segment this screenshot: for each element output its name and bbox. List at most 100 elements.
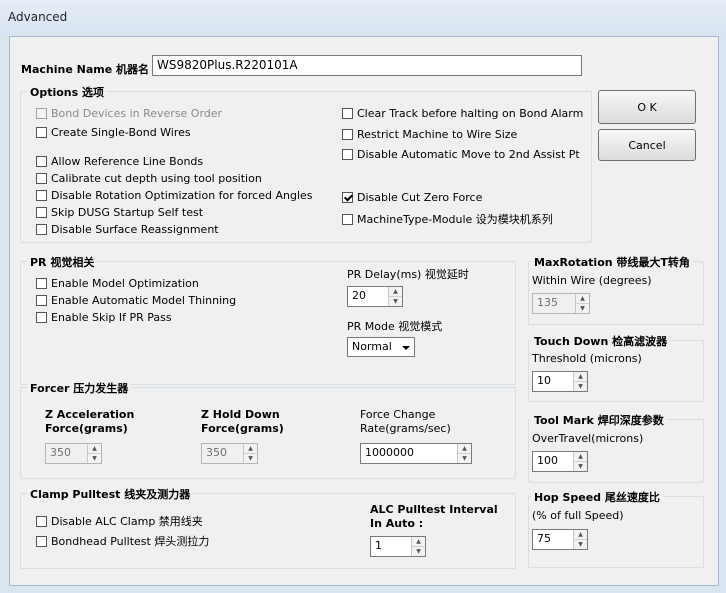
touch-down-spinner[interactable]: ▲ ▼ (573, 372, 587, 391)
checkbox-box[interactable] (36, 278, 47, 289)
pr-delay-spinner[interactable]: ▲ ▼ (388, 287, 402, 306)
checkbox-disable-cut-zero-force[interactable]: Disable Cut Zero Force (342, 191, 482, 204)
touch-down-value: 10 (537, 374, 551, 387)
spin-down-icon: ▼ (92, 454, 97, 462)
spin-up-icon[interactable]: ▲ (574, 452, 587, 462)
checkbox-box[interactable] (342, 108, 353, 119)
z-accel-spinner: ▲ ▼ (87, 444, 101, 463)
checkbox-box[interactable] (36, 108, 47, 119)
checkbox-box[interactable] (36, 312, 47, 323)
checkbox-box[interactable] (36, 224, 47, 235)
checkbox-reference-line[interactable]: Allow Reference Line Bonds (36, 155, 203, 168)
tool-mark-label: OverTravel(microns) (532, 432, 644, 445)
checkbox-model-thinning[interactable]: Enable Automatic Model Thinning (36, 294, 236, 307)
chevron-down-icon (402, 346, 410, 350)
checkbox-label: Enable Skip If PR Pass (51, 311, 172, 324)
checkbox-box[interactable] (36, 173, 47, 184)
checkbox-disable-auto-move[interactable]: Disable Automatic Move to 2nd Assist Pt (342, 148, 580, 161)
checkbox-label: Create Single-Bond Wires (51, 126, 191, 139)
checkbox-label: Bondhead Pulltest 焊头测拉力 (51, 535, 210, 548)
alc-interval-input[interactable]: 1 ▲ ▼ (370, 536, 426, 557)
cancel-button[interactable]: Cancel (598, 129, 696, 161)
spin-down-icon[interactable]: ▼ (458, 454, 471, 464)
checkbox-box[interactable] (342, 213, 353, 225)
checkbox-label: Allow Reference Line Bonds (51, 155, 204, 168)
checkbox-label: Disable Automatic Move to 2nd Assist Pt (357, 148, 580, 161)
force-rate-value: 1000000 (365, 446, 414, 459)
hop-speed-input[interactable]: 75 ▲ ▼ (532, 529, 588, 550)
z-accel-label-1: Z Acceleration (45, 408, 135, 421)
max-rotation-label: Within Wire (degrees) (532, 274, 652, 287)
force-rate-input[interactable]: 1000000 ▲ ▼ (360, 443, 472, 464)
checkbox-bond-reverse[interactable]: Bond Devices in Reverse Order (36, 107, 222, 120)
hop-speed-legend: Hop Speed 尾丝速度比 (531, 489, 663, 505)
spin-down-icon[interactable]: ▼ (389, 297, 402, 307)
pr-mode-select[interactable]: Normal (347, 337, 415, 357)
checkbox-label: MachineType-Module 设为模块机系列 (357, 213, 553, 226)
spin-up-icon[interactable]: ▲ (574, 530, 587, 540)
z-hold-label-1: Z Hold Down (201, 408, 280, 421)
ok-button[interactable]: O K (598, 90, 696, 124)
pr-delay-input[interactable]: 20 ▲ ▼ (347, 286, 403, 307)
checkbox-box[interactable] (36, 127, 47, 138)
checkbox-box[interactable] (36, 295, 47, 306)
checkbox-skip-pr-pass[interactable]: Enable Skip If PR Pass (36, 311, 172, 324)
checkbox-clear-track[interactable]: Clear Track before halting on Bond Alarm (342, 107, 583, 120)
checkbox-disable-alc-clamp[interactable]: Disable ALC Clamp 禁用线夹 (36, 513, 203, 529)
checkbox-box[interactable] (342, 149, 353, 160)
spin-down-icon[interactable]: ▼ (574, 540, 587, 550)
machine-name-input[interactable]: WS9820Plus.R220101A (152, 55, 582, 76)
spin-down-icon[interactable]: ▼ (412, 547, 425, 557)
tool-mark-spinner[interactable]: ▲ ▼ (573, 452, 587, 471)
spin-up-icon[interactable]: ▲ (389, 287, 402, 297)
checkbox-surface-reassign[interactable]: Disable Surface Reassignment (36, 223, 219, 236)
alc-interval-value: 1 (375, 539, 382, 552)
checkbox-bondhead-pulltest[interactable]: Bondhead Pulltest 焊头测拉力 (36, 533, 209, 549)
checkbox-disable-rotation[interactable]: Disable Rotation Optimization for forced… (36, 189, 313, 202)
window-frame-left (0, 36, 9, 593)
checkbox-restrict-wire[interactable]: Restrict Machine to Wire Size (342, 128, 517, 141)
z-hold-value: 350 (206, 446, 227, 459)
spin-up-icon: ▲ (244, 444, 257, 454)
checkbox-box[interactable] (36, 156, 47, 167)
checkbox-machine-type-module[interactable]: MachineType-Module 设为模块机系列 (342, 211, 553, 227)
window-title: Advanced (8, 10, 68, 24)
checkbox-label: Clear Track before halting on Bond Alarm (357, 107, 584, 120)
spin-up-icon[interactable]: ▲ (574, 372, 587, 382)
z-accel-value: 350 (50, 446, 71, 459)
spin-down-icon[interactable]: ▼ (574, 382, 587, 392)
touch-down-input[interactable]: 10 ▲ ▼ (532, 371, 588, 392)
checkbox-label: Disable Cut Zero Force (357, 191, 483, 204)
checkbox-box[interactable] (36, 535, 47, 547)
forcer-legend: Forcer 压力发生器 (27, 380, 132, 396)
checkbox-calibrate-cut[interactable]: Calibrate cut depth using tool position (36, 172, 262, 185)
max-rotation-value: 135 (537, 296, 558, 309)
checkbox-box[interactable] (36, 207, 47, 218)
checkbox-label: Skip DUSG Startup Self test (51, 206, 204, 219)
z-hold-label-2: Force(grams) (201, 422, 284, 435)
touch-down-label: Threshold (microns) (532, 352, 642, 365)
alc-interval-spinner[interactable]: ▲ ▼ (411, 537, 425, 556)
checkbox-label: Restrict Machine to Wire Size (357, 128, 518, 141)
spin-up-icon[interactable]: ▲ (458, 444, 471, 454)
pr-delay-value: 20 (352, 289, 366, 302)
max-rotation-spinner: ▲ ▼ (575, 294, 589, 313)
hop-speed-spinner[interactable]: ▲ ▼ (573, 530, 587, 549)
tool-mark-input[interactable]: 100 ▲ ▼ (532, 451, 588, 472)
z-accel-label-2: Force(grams) (45, 422, 128, 435)
tool-mark-value: 100 (537, 454, 558, 467)
checkbox-box[interactable] (36, 515, 47, 527)
checkbox-single-bond[interactable]: Create Single-Bond Wires (36, 126, 191, 139)
options-legend: Options 选项 (27, 84, 108, 100)
force-rate-spinner[interactable]: ▲ ▼ (457, 444, 471, 463)
checkbox-box[interactable] (36, 190, 47, 201)
checkbox-box[interactable] (342, 129, 353, 140)
checkbox-skip-dusg[interactable]: Skip DUSG Startup Self test (36, 206, 203, 219)
machine-name-label: Machine Name 机器名 (21, 63, 149, 76)
checkbox-model-optimization[interactable]: Enable Model Optimization (36, 277, 199, 290)
title-bar: Advanced (0, 0, 726, 37)
pr-mode-label: PR Mode 视觉模式 (347, 320, 443, 333)
spin-down-icon[interactable]: ▼ (574, 462, 587, 472)
spin-up-icon[interactable]: ▲ (412, 537, 425, 547)
checkbox-box[interactable] (342, 192, 353, 203)
